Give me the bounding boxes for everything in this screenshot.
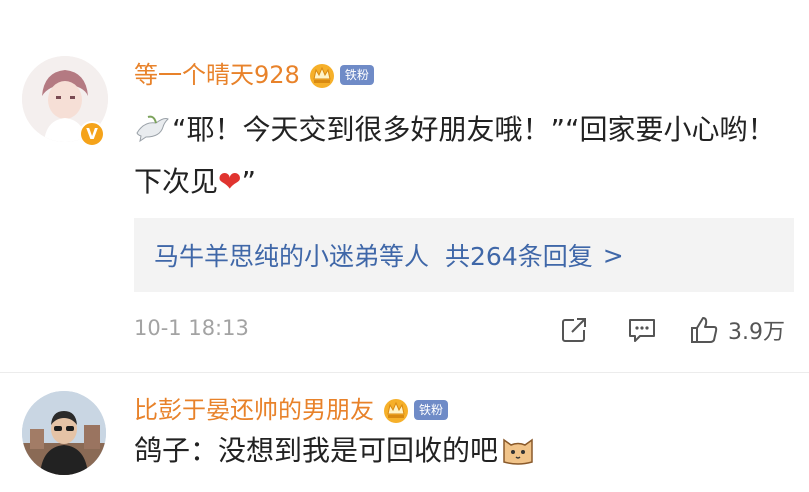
avatar[interactable] bbox=[22, 391, 106, 475]
thumbs-up-icon bbox=[691, 317, 718, 343]
replies-link[interactable]: 马牛羊思纯的小迷弟等人 共264条回复 > bbox=[134, 218, 794, 292]
fan-badge: 铁粉 bbox=[414, 400, 449, 420]
like-button[interactable]: 3.9万 bbox=[688, 312, 785, 348]
crown-icon bbox=[309, 64, 334, 88]
comment-text-part-2: ” bbox=[241, 165, 256, 198]
comment-item: 比彭于晏还帅的男朋友 铁粉 鸽子：没想到我是可回收的吧 bbox=[0, 373, 809, 492]
cat-emoji-icon bbox=[503, 438, 533, 465]
verified-badge: V bbox=[79, 121, 105, 147]
share-icon bbox=[562, 318, 586, 342]
reply-button[interactable] bbox=[626, 312, 658, 348]
like-count: 3.9万 bbox=[728, 320, 785, 345]
comment-meta: 10-1 18:13 3.9万 bbox=[134, 308, 794, 352]
heart-emoji-icon: ❤ bbox=[218, 165, 242, 198]
reply-count: 共264条回复 bbox=[445, 242, 593, 271]
username[interactable]: 等一个晴天928 bbox=[134, 58, 300, 92]
username-row: 比彭于晏还帅的男朋友 铁粉 bbox=[134, 393, 449, 427]
comment-item: V 等一个晴天928 铁粉 “耶！今天交到很多好朋友哦！”“回家要小心哟！下次见… bbox=[0, 0, 809, 372]
dove-emoji-icon bbox=[136, 115, 169, 143]
comment-text: 鸽子：没想到我是可回收的吧 bbox=[134, 425, 784, 477]
reply-summary: 马牛羊思纯的小迷弟等人 bbox=[154, 242, 430, 271]
crown-icon bbox=[384, 399, 408, 423]
avatar-image bbox=[22, 391, 106, 475]
fan-badge: 铁粉 bbox=[339, 65, 374, 85]
username[interactable]: 比彭于晏还帅的男朋友 bbox=[134, 393, 374, 427]
comment-text-body: 鸽子：没想到我是可回收的吧 bbox=[134, 434, 499, 467]
comment-text: “耶！今天交到很多好朋友哦！”“回家要小心哟！下次见❤” bbox=[134, 104, 784, 208]
share-button[interactable] bbox=[558, 312, 590, 348]
timestamp: 10-1 18:13 bbox=[134, 316, 249, 340]
comment-icon bbox=[629, 319, 655, 342]
username-row: 等一个晴天928 铁粉 bbox=[134, 58, 374, 92]
chevron-right-icon: > bbox=[602, 240, 624, 270]
